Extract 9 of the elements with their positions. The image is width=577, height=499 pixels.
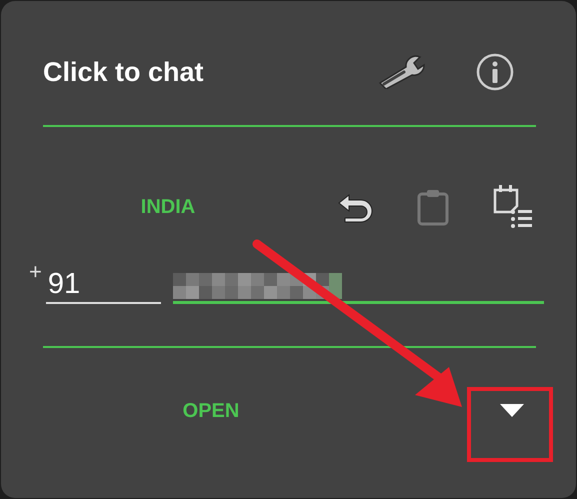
country-selector[interactable]: INDIA — [140, 196, 196, 218]
info-icon[interactable] — [476, 53, 514, 91]
calendar-list-icon[interactable] — [493, 184, 533, 230]
dialog-title: Click to chat — [43, 56, 204, 89]
plus-sign: + — [29, 258, 42, 286]
dropdown-caret-icon[interactable] — [500, 404, 524, 418]
open-button[interactable]: OPEN — [1, 395, 421, 427]
country-code-field[interactable]: 91 — [46, 266, 161, 304]
clipboard-icon[interactable] — [417, 188, 449, 226]
